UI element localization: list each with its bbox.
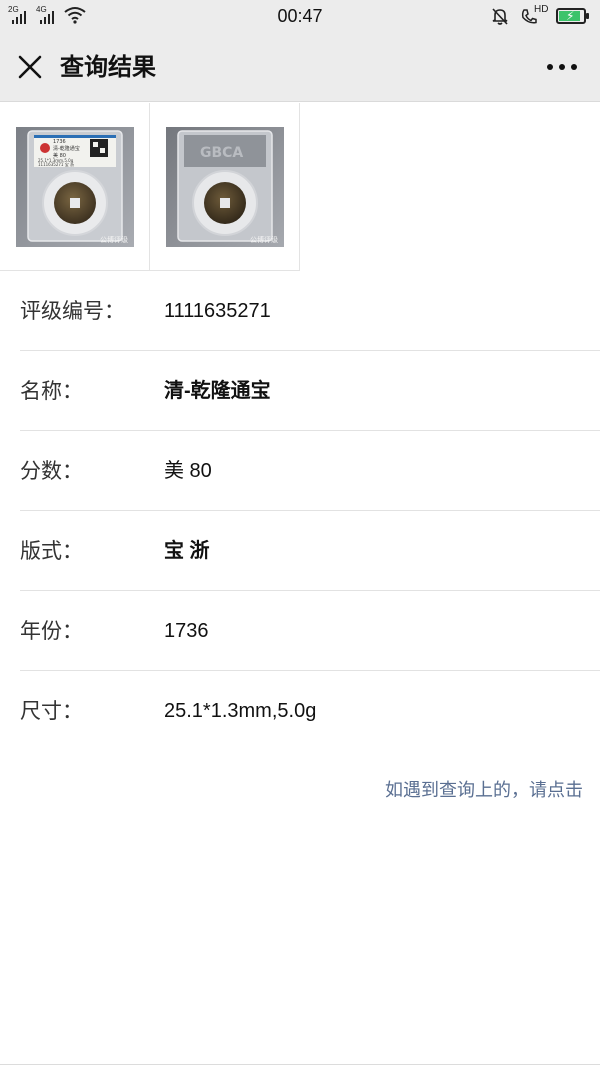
grading-details: 评级编号： 1111635271 名称： 清-乾隆通宝 分数： 美 80 版式：…	[0, 271, 600, 751]
detail-label: 版式：	[20, 539, 83, 563]
detail-row-variety: 版式： 宝 浙	[20, 511, 600, 591]
coin-slab-front-photo: 1736 清-乾隆通宝 美 80 25.1*1.3mm,5.0g 1111635…	[16, 127, 134, 247]
close-icon	[18, 55, 42, 79]
detail-label: 名称：	[20, 379, 83, 403]
slab-back-logo: GBCA	[200, 145, 243, 161]
slab-label-text: 1736	[53, 139, 66, 145]
detail-row-size: 尺寸： 25.1*1.3mm,5.0g	[20, 671, 600, 751]
volte-label: HD	[534, 4, 549, 15]
detail-row-score: 分数： 美 80	[20, 431, 600, 511]
detail-row-year: 年份： 1736	[20, 591, 600, 671]
detail-value: 宝 浙	[164, 540, 210, 562]
watermark-text: 公博评级	[250, 235, 278, 244]
page-title: 查询结果	[60, 53, 156, 81]
navigation-bar: 查询结果	[0, 32, 600, 102]
detail-value: 1736	[164, 620, 209, 642]
slab-label-text: 1111635271 宝 浙	[38, 161, 74, 167]
status-right: HD ⚡	[490, 4, 589, 26]
coin-slab-back-photo: GBCA 公博评级	[166, 127, 284, 247]
status-bar: 2G 4G 00:47 HD ⚡	[0, 0, 600, 32]
detail-label: 尺寸：	[20, 699, 83, 723]
close-button[interactable]	[12, 49, 48, 85]
detail-label: 年份：	[20, 619, 83, 643]
more-button[interactable]	[544, 54, 580, 80]
slab-label-text: 清-乾隆通宝	[53, 145, 80, 152]
coin-back-image[interactable]: GBCA 公博评级	[150, 103, 300, 271]
detail-value: 25.1*1.3mm,5.0g	[164, 700, 317, 722]
watermark-text: 公博评级	[100, 235, 128, 244]
detail-value: 1111635271	[164, 300, 271, 322]
detail-label: 分数：	[20, 459, 83, 483]
coin-image-gallery: 1736 清-乾隆通宝 美 80 25.1*1.3mm,5.0g 1111635…	[0, 103, 300, 271]
detail-row-name: 名称： 清-乾隆通宝	[20, 351, 600, 431]
detail-value: 清-乾隆通宝	[164, 380, 271, 402]
detail-value: 美 80	[164, 460, 212, 482]
battery-charging-icon: ⚡	[556, 8, 589, 24]
help-link[interactable]: 如遇到查询上的，请点击	[385, 778, 583, 804]
divider	[0, 1064, 600, 1065]
mute-bell-icon	[492, 8, 508, 25]
detail-row-grade-number: 评级编号： 1111635271	[20, 271, 600, 351]
more-icon	[547, 64, 577, 70]
charging-bolt-icon: ⚡	[566, 9, 575, 23]
volte-call-icon: HD	[520, 4, 549, 26]
detail-label: 评级编号：	[20, 299, 125, 323]
coin-front-image[interactable]: 1736 清-乾隆通宝 美 80 25.1*1.3mm,5.0g 1111635…	[0, 103, 150, 271]
